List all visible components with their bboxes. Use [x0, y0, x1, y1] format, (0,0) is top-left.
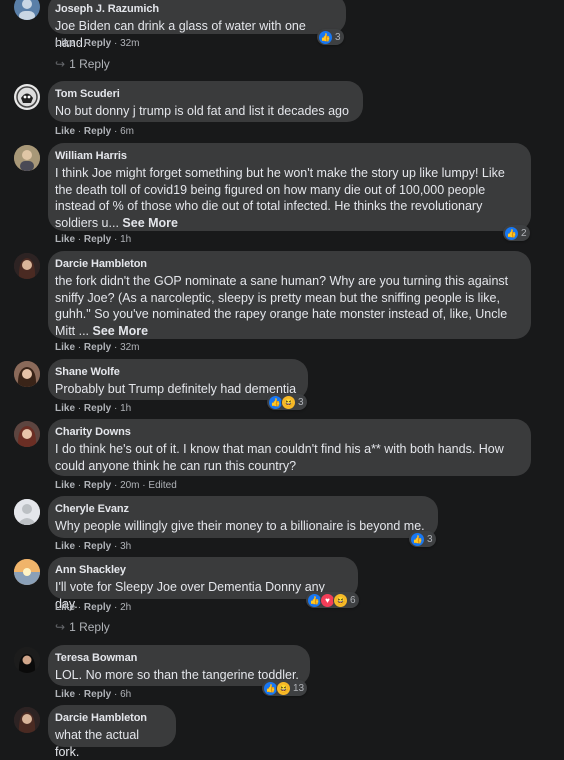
avatar[interactable]: [14, 361, 40, 387]
comment-author[interactable]: Teresa Bowman: [55, 652, 300, 664]
like-button[interactable]: Like: [55, 689, 75, 700]
reaction-count: 3: [427, 533, 433, 545]
comment-bubble: Tom Scuderi No but donny j trump is old …: [48, 81, 363, 122]
reaction-summary[interactable]: 👍 3: [317, 29, 344, 45]
comment-author[interactable]: Cheryle Evanz: [55, 503, 428, 515]
comment-author[interactable]: Shane Wolfe: [55, 366, 298, 378]
comment-actions: Like · Reply · 1h: [55, 403, 132, 414]
haha-icon: 😆: [276, 680, 291, 696]
like-button[interactable]: Like: [55, 403, 75, 414]
comment-author[interactable]: Joseph J. Razumich: [55, 3, 336, 15]
comment-author[interactable]: Darcie Hambleton: [55, 712, 166, 724]
comment-bubble: William Harris I think Joe might forget …: [48, 143, 531, 231]
like-button[interactable]: Like: [55, 234, 75, 245]
comment-text: LOL. No more so than the tangerine toddl…: [55, 668, 299, 682]
avatar[interactable]: [14, 253, 40, 279]
like-button[interactable]: Like: [55, 38, 75, 49]
reaction-summary[interactable]: 👍 😆 3: [267, 394, 307, 410]
timestamp[interactable]: 1h: [120, 234, 131, 245]
like-button[interactable]: Like: [55, 126, 75, 137]
comment-bubble: Charity Downs I do think he's out of it.…: [48, 419, 531, 476]
comment-bubble: Joseph J. Razumich Joe Biden can drink a…: [48, 0, 346, 50]
see-more-link[interactable]: See More: [93, 324, 149, 338]
reply-button[interactable]: Reply: [84, 689, 111, 700]
like-icon: 👍: [318, 29, 333, 45]
comment-bubble: Cheryle Evanz Why people willingly give …: [48, 496, 438, 538]
avatar[interactable]: [14, 707, 40, 733]
comment-author[interactable]: Ann Shackley: [55, 564, 348, 576]
timestamp[interactable]: 32m: [120, 342, 139, 353]
comment-text: Why people willingly give their money to…: [55, 519, 425, 533]
reply-button[interactable]: Reply: [84, 480, 111, 491]
reaction-count: 3: [335, 31, 341, 43]
timestamp[interactable]: 2h: [120, 602, 131, 613]
comment-author[interactable]: Darcie Hambleton: [55, 258, 521, 270]
comment-bubble: Darcie Hambleton what the actual fork.: [48, 705, 176, 759]
like-icon: 👍: [504, 225, 519, 241]
reaction-summary[interactable]: 👍 ♥ 😆 6: [306, 592, 359, 608]
comment-actions: Like · Reply · 32m: [55, 342, 140, 353]
like-button[interactable]: Like: [55, 480, 75, 491]
reaction-summary[interactable]: 👍 3: [409, 531, 436, 547]
reaction-count: 2: [521, 227, 527, 239]
haha-icon: 😆: [281, 394, 296, 410]
avatar[interactable]: [14, 84, 40, 110]
reply-arrow-icon: ↪: [55, 620, 66, 634]
reaction-summary[interactable]: 👍 2: [503, 225, 530, 241]
view-replies-link[interactable]: ↪ 1 Reply: [55, 57, 110, 71]
avatar[interactable]: [14, 559, 40, 585]
reaction-count: 13: [293, 682, 305, 694]
timestamp[interactable]: 32m: [120, 38, 139, 49]
reply-button[interactable]: Reply: [84, 234, 111, 245]
avatar[interactable]: [14, 0, 40, 20]
comment-actions: Like · Reply · 32m: [55, 38, 140, 49]
avatar[interactable]: [14, 499, 40, 525]
reply-button[interactable]: Reply: [84, 38, 111, 49]
comment-author[interactable]: Tom Scuderi: [55, 88, 353, 100]
timestamp[interactable]: 6h: [120, 689, 131, 700]
timestamp[interactable]: 20m: [120, 480, 139, 491]
reply-button[interactable]: Reply: [84, 403, 111, 414]
like-button[interactable]: Like: [55, 602, 75, 613]
comment-actions: Like · Reply · 3h: [55, 541, 132, 552]
comment-text: No but donny j trump is old fat and list…: [55, 104, 349, 118]
like-button[interactable]: Like: [55, 541, 75, 552]
comment-actions: Like · Reply · 6m: [55, 126, 134, 137]
comment-actions: Like · Reply · 1h: [55, 234, 132, 245]
comment-text: Probably but Trump definitely had dement…: [55, 382, 297, 396]
comment-bubble: Shane Wolfe Probably but Trump definitel…: [48, 359, 308, 400]
like-icon: 👍: [410, 531, 425, 547]
reaction-count: 3: [298, 396, 304, 408]
timestamp[interactable]: 1h: [120, 403, 131, 414]
haha-icon: 😆: [333, 592, 348, 608]
view-replies-link[interactable]: ↪ 1 Reply: [55, 620, 110, 634]
reply-button[interactable]: Reply: [84, 541, 111, 552]
comment-author[interactable]: Charity Downs: [55, 426, 521, 438]
avatar[interactable]: [14, 647, 40, 673]
see-more-link[interactable]: See More: [122, 216, 178, 230]
timestamp[interactable]: 6m: [120, 126, 134, 137]
reply-button[interactable]: Reply: [84, 126, 111, 137]
timestamp[interactable]: 3h: [120, 541, 131, 552]
comment-text: what the actual fork.: [55, 728, 140, 759]
reply-button[interactable]: Reply: [84, 602, 111, 613]
reply-button[interactable]: Reply: [84, 342, 111, 353]
reaction-count: 6: [350, 594, 356, 606]
comment-actions: Like · Reply · 6h: [55, 689, 132, 700]
reaction-summary[interactable]: 👍 😆 13: [262, 680, 308, 696]
comment-actions: Like · Reply · 20m · Edited: [55, 480, 177, 491]
avatar[interactable]: [14, 421, 40, 447]
reply-arrow-icon: ↪: [55, 57, 66, 71]
avatar[interactable]: [14, 145, 40, 171]
comment-text: I do think he's out of it. I know that m…: [55, 442, 504, 473]
like-button[interactable]: Like: [55, 342, 75, 353]
comment-actions: Like · Reply · 2h: [55, 602, 132, 613]
edited-label: Edited: [148, 480, 177, 491]
comment-bubble: Darcie Hambleton the fork didn't the GOP…: [48, 251, 531, 339]
comment-author[interactable]: William Harris: [55, 150, 521, 162]
